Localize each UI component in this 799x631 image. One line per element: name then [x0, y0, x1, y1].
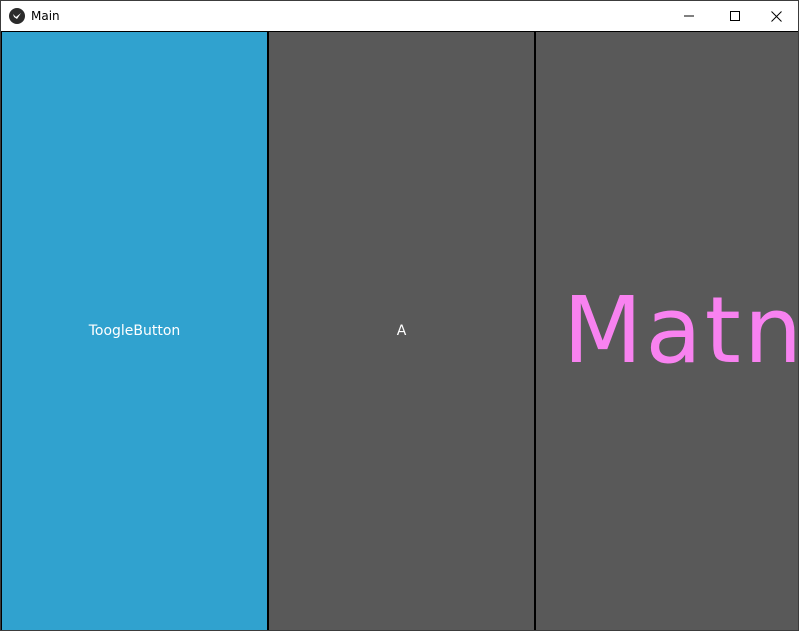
toggle-button[interactable]: ToogleButton	[2, 32, 267, 630]
minimize-button[interactable]	[666, 1, 712, 31]
maximize-button[interactable]	[712, 1, 758, 31]
window-title: Main	[31, 9, 60, 23]
app-window: Main ToogleButton A Matn	[0, 0, 799, 631]
matn-label: Matn	[563, 277, 798, 384]
title-bar[interactable]: Main	[1, 1, 798, 31]
maximize-icon	[730, 11, 740, 21]
a-button-label: A	[396, 323, 407, 339]
a-button[interactable]: A	[269, 32, 534, 630]
matn-panel: Matn	[536, 32, 798, 630]
kivy-logo-icon	[9, 8, 25, 24]
main-content: ToogleButton A Matn	[1, 31, 798, 630]
minimize-icon	[684, 11, 694, 21]
close-button[interactable]	[753, 1, 799, 31]
close-icon	[770, 10, 782, 22]
toggle-button-label: ToogleButton	[88, 323, 181, 339]
